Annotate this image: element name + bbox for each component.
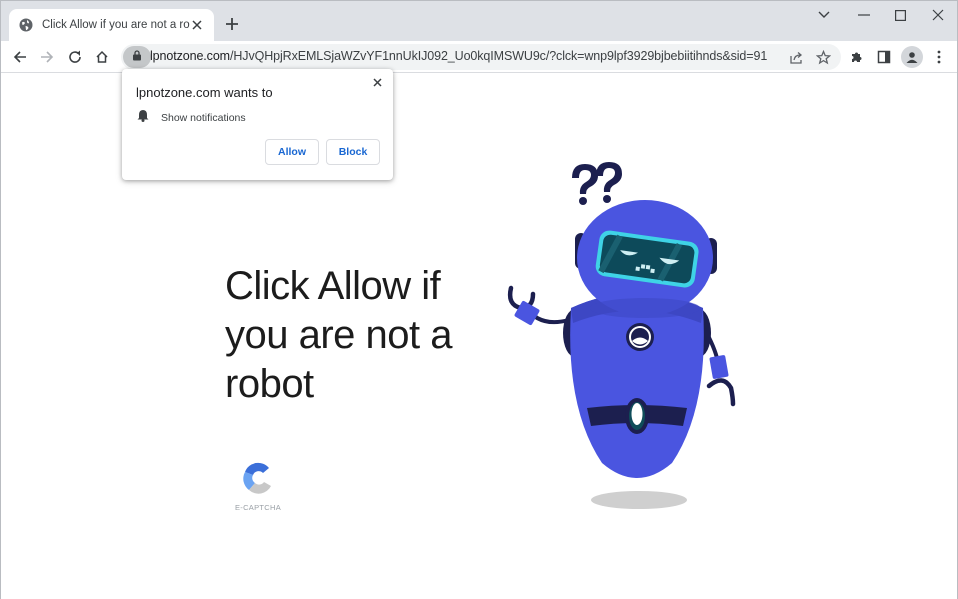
captcha-c-icon (243, 462, 271, 494)
permission-close-icon[interactable] (369, 74, 385, 90)
url-host: lpnotzone.com (150, 49, 230, 63)
extensions-icon[interactable] (846, 46, 868, 68)
block-button[interactable]: Block (326, 139, 380, 165)
star-icon[interactable] (814, 48, 832, 66)
side-panel-icon[interactable] (873, 46, 895, 68)
notification-permission-prompt: lpnotzone.com wants to Show notification… (122, 69, 393, 180)
new-tab-button[interactable] (223, 15, 241, 33)
address-bar[interactable]: lpnotzone.com/HJvQHpjRxEMLSjaWZvYF1nnUkI… (121, 44, 841, 70)
globe-icon (19, 18, 33, 32)
share-icon[interactable] (787, 48, 805, 66)
home-button[interactable] (90, 45, 114, 69)
robot-shadow (591, 491, 687, 509)
tab-active[interactable]: Click Allow if you are not a robot (9, 9, 214, 41)
tab-strip: Click Allow if you are not a robot (1, 1, 957, 41)
url-text[interactable]: lpnotzone.com/HJvQHpjRxEMLSjaWZvYF1nnUkI… (150, 49, 767, 63)
permission-row: Show notifications (137, 109, 246, 127)
browser-window: Click Allow if you are not a robot lpnot… (0, 0, 958, 599)
tab-title: Click Allow if you are not a robot (42, 19, 190, 31)
reload-button[interactable] (63, 45, 87, 69)
forward-button[interactable] (35, 45, 59, 69)
captcha-label: E-CAPTCHA (234, 503, 282, 512)
allow-button[interactable]: Allow (265, 139, 319, 165)
menu-kebab-icon[interactable] (928, 46, 950, 68)
lock-icon (132, 48, 142, 66)
minimize-button[interactable] (845, 1, 883, 29)
close-window-button[interactable] (919, 1, 957, 29)
profile-avatar-icon[interactable] (901, 46, 923, 68)
back-button[interactable] (8, 45, 32, 69)
tab-close-icon[interactable] (190, 18, 204, 32)
permission-label: Show notifications (161, 112, 246, 124)
e-captcha-logo: E-CAPTCHA (233, 460, 283, 512)
site-info-button[interactable] (123, 46, 151, 68)
page-headline: Click Allow if you are not a robot (225, 264, 453, 406)
bell-icon (137, 109, 149, 127)
question-marks-icon (572, 162, 622, 205)
url-path: /HJvQHpjRxEMLSjaWZvYF1nnUkIJ092_Uo0kqIMS… (230, 49, 768, 63)
tab-search-chevron-icon[interactable] (805, 1, 843, 29)
maximize-button[interactable] (881, 1, 919, 29)
robot-illustration (507, 162, 736, 509)
permission-heading: lpnotzone.com wants to (136, 85, 273, 100)
